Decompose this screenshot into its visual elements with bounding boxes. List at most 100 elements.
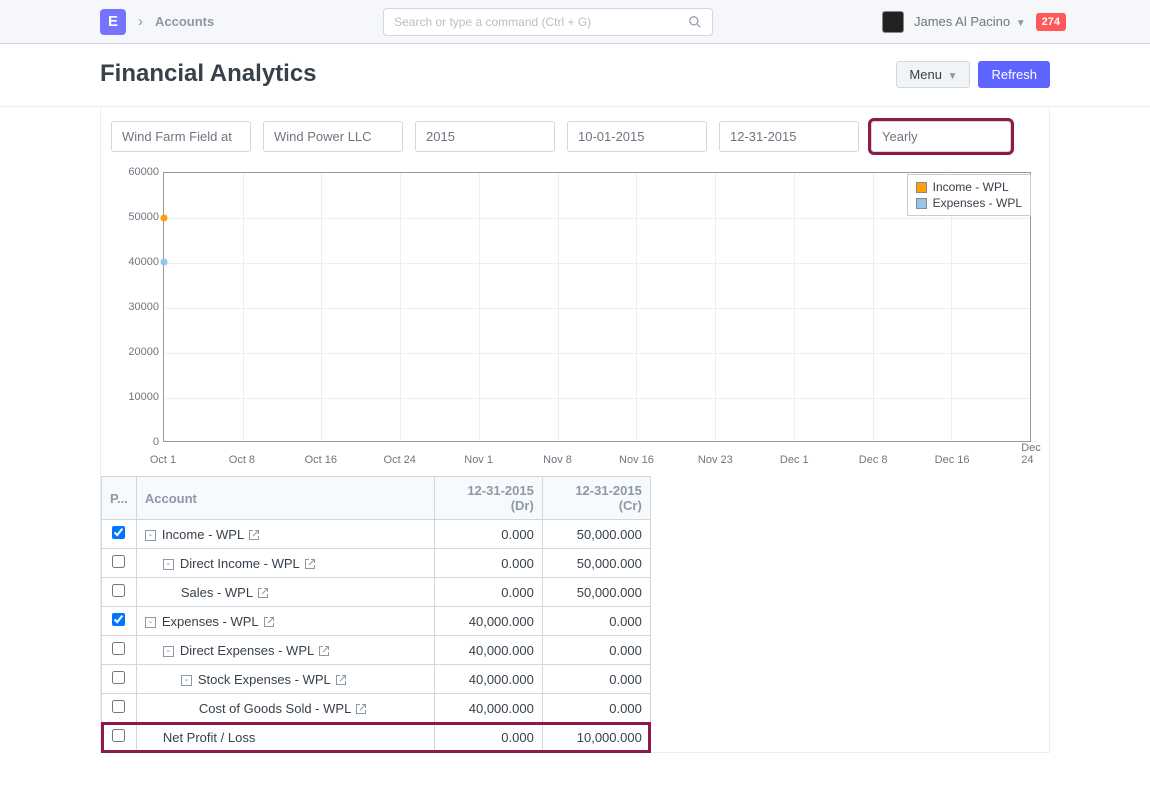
cr-cell: 50,000.000 — [542, 578, 650, 607]
dr-cell: 40,000.000 — [434, 636, 542, 665]
account-label[interactable]: Expenses - WPL — [162, 614, 259, 629]
cr-cell: 0.000 — [542, 694, 650, 723]
external-link-icon[interactable] — [318, 645, 330, 657]
notification-badge[interactable]: 274 — [1036, 13, 1066, 31]
tree-toggle[interactable]: - — [145, 530, 156, 541]
cr-cell: 0.000 — [542, 636, 650, 665]
tree-toggle[interactable]: - — [145, 617, 156, 628]
tree-toggle[interactable]: - — [163, 559, 174, 570]
cr-cell: 0.000 — [542, 607, 650, 636]
dr-cell: 0.000 — [434, 549, 542, 578]
chevron-down-icon: ▼ — [1016, 18, 1026, 29]
search-input[interactable] — [394, 15, 688, 29]
account-label[interactable]: Direct Expenses - WPL — [180, 643, 314, 658]
legend-item: Income - WPL — [916, 179, 1022, 195]
dr-cell: 40,000.000 — [434, 607, 542, 636]
account-label[interactable]: Cost of Goods Sold - WPL — [199, 701, 351, 716]
page-header: Financial Analytics Menu ▼ Refresh — [0, 44, 1150, 107]
tree-toggle[interactable]: - — [181, 675, 192, 686]
account-label[interactable]: Direct Income - WPL — [180, 556, 300, 571]
menu-button[interactable]: Menu ▼ — [896, 61, 970, 88]
dr-cell: 0.000 — [434, 723, 542, 752]
data-point — [161, 259, 168, 266]
external-link-icon[interactable] — [257, 587, 269, 599]
x-tick: Dec 1 — [780, 454, 809, 466]
x-tick: Nov 1 — [464, 454, 493, 466]
account-label[interactable]: Net Profit / Loss — [163, 730, 255, 745]
filter-company[interactable]: Wind Power LLC — [263, 121, 403, 152]
x-tick: Dec 24 — [1021, 442, 1041, 466]
x-tick: Nov 23 — [698, 454, 733, 466]
plot-checkbox[interactable] — [112, 526, 125, 539]
table-row: Cost of Goods Sold - WPL 40,000.0000.000 — [102, 694, 651, 723]
search-icon — [688, 15, 702, 29]
y-tick: 0 — [111, 436, 159, 448]
account-label[interactable]: Sales - WPL — [181, 585, 253, 600]
dr-cell: 40,000.000 — [434, 694, 542, 723]
table-row: -Direct Expenses - WPL 40,000.0000.000 — [102, 636, 651, 665]
plot-checkbox[interactable] — [112, 729, 125, 742]
account-label[interactable]: Stock Expenses - WPL — [198, 672, 331, 687]
account-label[interactable]: Income - WPL — [162, 527, 244, 542]
filter-cost-center[interactable]: Wind Farm Field at — [111, 121, 251, 152]
cr-cell: 10,000.000 — [542, 723, 650, 752]
external-link-icon[interactable] — [248, 529, 260, 541]
external-link-icon[interactable] — [263, 616, 275, 628]
table-row: Net Profit / Loss 0.00010,000.000 — [102, 723, 651, 752]
external-link-icon[interactable] — [355, 703, 367, 715]
x-tick: Dec 16 — [935, 454, 970, 466]
plot-checkbox[interactable] — [112, 555, 125, 568]
y-tick: 50000 — [111, 211, 159, 223]
app-logo[interactable]: E — [100, 9, 126, 35]
col-cr[interactable]: 12-31-2015 (Cr) — [542, 477, 650, 520]
page-title: Financial Analytics — [100, 60, 317, 88]
y-tick: 40000 — [111, 256, 159, 268]
x-tick: Oct 8 — [229, 454, 255, 466]
y-tick: 10000 — [111, 391, 159, 403]
user-avatar[interactable] — [882, 11, 904, 33]
chart: Income - WPLExpenses - WPL 0 10000 20000 30… — [111, 166, 1039, 466]
plot-checkbox[interactable] — [112, 671, 125, 684]
x-tick: Dec 8 — [859, 454, 888, 466]
plot-checkbox[interactable] — [112, 700, 125, 713]
global-search[interactable] — [383, 8, 713, 36]
x-tick: Oct 24 — [384, 454, 416, 466]
user-menu[interactable]: James Al Pacino ▼ — [914, 14, 1026, 29]
user-name-label: James Al Pacino — [914, 14, 1010, 29]
menu-button-label: Menu — [909, 67, 942, 82]
refresh-button[interactable]: Refresh — [978, 61, 1050, 88]
col-account[interactable]: Account — [136, 477, 434, 520]
plot-checkbox[interactable] — [112, 613, 125, 626]
filter-range[interactable]: Yearly — [871, 121, 1011, 152]
filters-row: Wind Farm Field at Wind Power LLC 2015 1… — [101, 107, 1049, 166]
x-tick: Nov 8 — [543, 454, 572, 466]
y-tick: 30000 — [111, 301, 159, 313]
col-plot[interactable]: P... — [102, 477, 137, 520]
dr-cell: 0.000 — [434, 578, 542, 607]
dr-cell: 0.000 — [434, 520, 542, 549]
x-tick: Oct 16 — [305, 454, 337, 466]
y-tick: 20000 — [111, 346, 159, 358]
y-tick: 60000 — [111, 166, 159, 178]
external-link-icon[interactable] — [304, 558, 316, 570]
tree-toggle[interactable]: - — [163, 646, 174, 657]
data-point — [161, 214, 168, 221]
dr-cell: 40,000.000 — [434, 665, 542, 694]
plot-checkbox[interactable] — [112, 584, 125, 597]
filter-from-date[interactable]: 10-01-2015 — [567, 121, 707, 152]
plot-checkbox[interactable] — [112, 642, 125, 655]
cr-cell: 0.000 — [542, 665, 650, 694]
col-dr[interactable]: 12-31-2015 (Dr) — [434, 477, 542, 520]
table-row: Sales - WPL 0.00050,000.000 — [102, 578, 651, 607]
cr-cell: 50,000.000 — [542, 549, 650, 578]
table-row: -Direct Income - WPL 0.00050,000.000 — [102, 549, 651, 578]
table-row: -Stock Expenses - WPL 40,000.0000.000 — [102, 665, 651, 694]
chart-legend: Income - WPLExpenses - WPL — [907, 174, 1031, 216]
table-row: -Expenses - WPL 40,000.0000.000 — [102, 607, 651, 636]
breadcrumb-accounts[interactable]: Accounts — [155, 14, 214, 29]
legend-item: Expenses - WPL — [916, 195, 1022, 211]
filter-fiscal-year[interactable]: 2015 — [415, 121, 555, 152]
filter-to-date[interactable]: 12-31-2015 — [719, 121, 859, 152]
external-link-icon[interactable] — [335, 674, 347, 686]
chevron-down-icon: ▼ — [948, 71, 958, 82]
